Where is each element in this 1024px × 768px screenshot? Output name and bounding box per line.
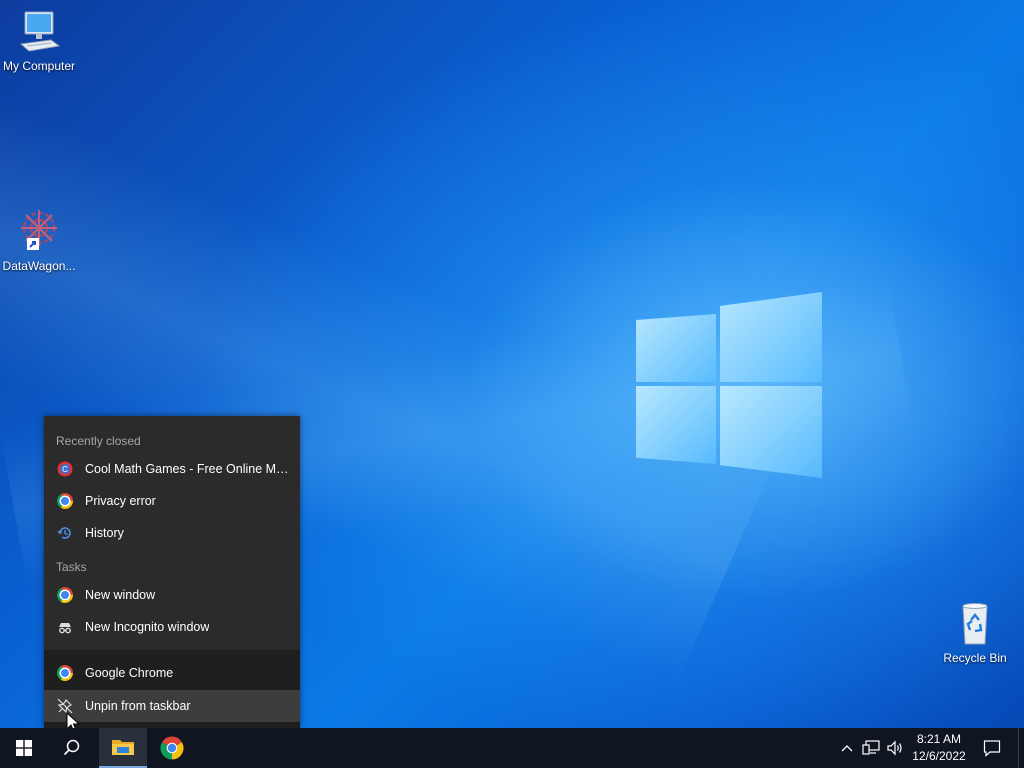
jumplist-item-label: Privacy error bbox=[85, 494, 156, 508]
action-center-button[interactable] bbox=[976, 728, 1008, 768]
coolmath-icon: C bbox=[56, 460, 74, 478]
search-button[interactable] bbox=[48, 728, 96, 768]
start-button[interactable] bbox=[0, 728, 48, 768]
clock-button[interactable]: 8:21 AM 12/6/2022 bbox=[908, 728, 970, 768]
datawagon-shortcut-icon bbox=[21, 210, 57, 250]
show-desktop-button[interactable] bbox=[1018, 728, 1024, 768]
jumplist-item-label: History bbox=[85, 526, 124, 540]
desktop-icon-my-computer[interactable]: My Computer bbox=[0, 10, 78, 73]
svg-text:C: C bbox=[62, 465, 68, 474]
jumplist-task-new-window[interactable]: New window bbox=[44, 579, 300, 611]
recently-closed-header: Recently closed bbox=[56, 434, 141, 448]
search-icon bbox=[63, 739, 80, 756]
volume-button[interactable] bbox=[884, 728, 906, 768]
network-icon bbox=[862, 740, 880, 755]
jumplist-item-label: Cool Math Games - Free Online Math... bbox=[85, 462, 295, 476]
computer-icon bbox=[19, 11, 61, 52]
jumplist-task-new-incognito[interactable]: New Incognito window bbox=[44, 611, 300, 643]
desktop-icon-datawagon[interactable]: DataWagon... bbox=[0, 206, 78, 273]
start-icon bbox=[16, 740, 32, 756]
clock-time: 8:21 AM bbox=[916, 732, 962, 746]
desktop-icon-label: Recycle Bin bbox=[943, 651, 1007, 665]
jumplist-item-label: Google Chrome bbox=[85, 666, 174, 680]
jumplist-unpin-from-taskbar[interactable]: Unpin from taskbar bbox=[44, 690, 300, 722]
chevron-up-icon bbox=[841, 745, 853, 752]
show-hidden-icons-button[interactable] bbox=[838, 728, 856, 768]
incognito-icon bbox=[56, 618, 74, 636]
chrome-jump-list: Recently closed C Cool Math Games - Free… bbox=[44, 416, 300, 728]
jumplist-app-section: Google Chrome Unpin from taskbar bbox=[44, 650, 300, 728]
tasks-header: Tasks bbox=[56, 560, 87, 574]
notification-icon bbox=[983, 740, 1001, 757]
desktop-icon-label: My Computer bbox=[2, 59, 76, 73]
jumplist-item-label: Unpin from taskbar bbox=[85, 699, 191, 713]
jumplist-item-coolmath[interactable]: C Cool Math Games - Free Online Math... bbox=[44, 453, 300, 485]
desktop-icon-recycle-bin[interactable]: Recycle Bin bbox=[936, 602, 1014, 665]
taskbar-file-explorer[interactable] bbox=[99, 728, 147, 768]
chrome-icon bbox=[56, 664, 74, 682]
network-button[interactable] bbox=[860, 728, 882, 768]
chrome-icon bbox=[56, 492, 74, 510]
windows-logo-wallpaper bbox=[636, 288, 826, 480]
clock-date: 12/6/2022 bbox=[912, 749, 966, 763]
jumplist-item-label: New window bbox=[85, 588, 156, 602]
jumplist-item-privacy-error[interactable]: Privacy error bbox=[44, 485, 300, 517]
taskbar-google-chrome[interactable] bbox=[148, 728, 196, 768]
desktop-icon-label: DataWagon... bbox=[2, 259, 76, 273]
jumplist-item-history[interactable]: History bbox=[44, 517, 300, 549]
history-icon bbox=[56, 524, 74, 542]
file-explorer-icon bbox=[112, 740, 134, 755]
taskbar: 8:21 AM 12/6/2022 bbox=[0, 728, 1024, 768]
recycle-bin-icon bbox=[962, 603, 988, 645]
chrome-icon bbox=[160, 736, 184, 760]
chrome-icon bbox=[56, 586, 74, 604]
speaker-icon bbox=[887, 740, 902, 756]
jumplist-item-label: New Incognito window bbox=[85, 620, 210, 634]
jumplist-open-google-chrome[interactable]: Google Chrome bbox=[44, 657, 300, 689]
